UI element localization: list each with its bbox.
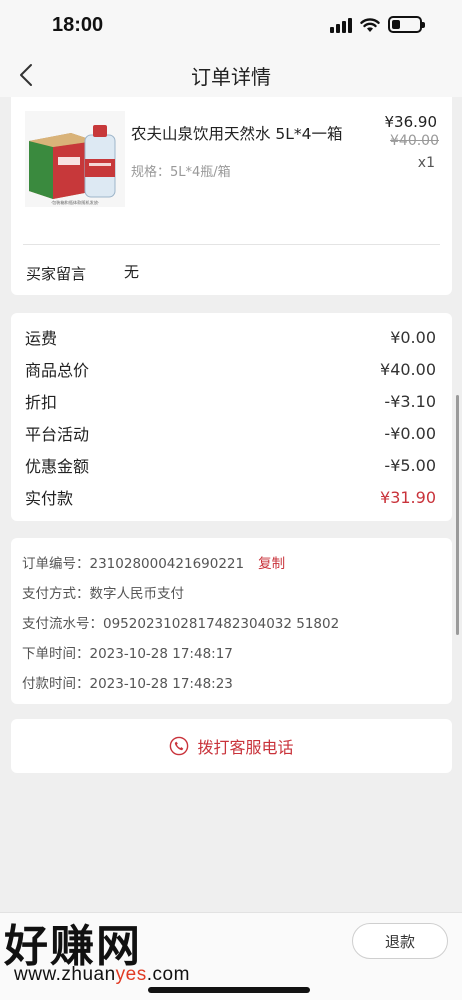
call-service-button[interactable]: 拨打客服电话 — [11, 719, 452, 773]
cost-label: 实付款 — [25, 489, 74, 508]
product-card: ·包装箱和瓶体款随机发放· 农夫山泉饮用天然水 5L*4一箱 规格：5L*4瓶/… — [11, 97, 452, 295]
refund-button[interactable]: 退款 — [352, 923, 448, 959]
payment-method-label: 支付方式： — [22, 586, 90, 602]
product-spec: 规格：5L*4瓶/箱 — [131, 165, 231, 180]
order-time-row: 下单时间：2023-10-28 17:48:17 — [22, 642, 233, 662]
cost-value: -¥5.00 — [384, 455, 436, 475]
cost-label: 运费 — [25, 329, 58, 348]
cost-value: -¥3.10 — [384, 391, 436, 411]
cost-value: -¥0.00 — [384, 423, 436, 443]
copy-order-number-button[interactable]: 复制 — [258, 556, 285, 572]
order-info-card: 订单编号：231028000421690221 复制 支付方式：数字人民币支付 支… — [11, 538, 452, 704]
cost-row-discount: 折扣 -¥3.10 — [25, 389, 436, 413]
cost-label: 折扣 — [25, 393, 58, 412]
payment-time: 2023-10-28 17:48:23 — [89, 676, 233, 692]
order-number-label: 订单编号： — [22, 556, 90, 572]
cost-value: ¥40.00 — [380, 359, 436, 379]
payment-serial-label: 支付流水号： — [22, 616, 103, 632]
order-number: 231028000421690221 — [89, 556, 245, 572]
home-indicator[interactable] — [148, 987, 310, 993]
paid-total-value: ¥31.90 — [380, 487, 436, 507]
cost-summary-card: 运费 ¥0.00 商品总价 ¥40.00 折扣 -¥3.10 平台活动 -¥0.… — [11, 313, 452, 521]
payment-serial-row: 支付流水号：0952023102817482304032 51802 — [22, 612, 339, 632]
scrollbar[interactable] — [456, 395, 459, 635]
cost-label: 商品总价 — [25, 361, 90, 380]
payment-time-label: 付款时间： — [22, 676, 90, 692]
cost-row-shipping: 运费 ¥0.00 — [25, 325, 436, 349]
cost-row-platform-promo: 平台活动 -¥0.00 — [25, 421, 436, 445]
nav-bar: 订单详情 — [0, 55, 462, 97]
status-time: 18:00 — [52, 14, 104, 36]
phone-icon — [170, 736, 189, 756]
cost-label: 平台活动 — [25, 425, 90, 444]
payment-serial: 0952023102817482304032 51802 — [103, 616, 340, 632]
page-title: 订单详情 — [191, 65, 271, 89]
divider — [23, 244, 440, 245]
cellular-signal-icon — [330, 17, 352, 33]
cost-row-paid-total: 实付款 ¥31.90 — [25, 485, 436, 509]
cost-row-subtotal: 商品总价 ¥40.00 — [25, 357, 436, 381]
status-bar: 18:00 — [0, 0, 462, 55]
cost-label: 优惠金额 — [25, 457, 90, 476]
buyer-note-label: 买家留言 — [26, 265, 87, 283]
payment-time-row: 付款时间：2023-10-28 17:48:23 — [22, 672, 233, 692]
wifi-icon — [360, 17, 380, 32]
cost-row-coupon: 优惠金额 -¥5.00 — [25, 453, 436, 477]
payment-method: 数字人民币支付 — [89, 586, 185, 602]
call-service-label: 拨打客服电话 — [197, 738, 294, 757]
payment-method-row: 支付方式：数字人民币支付 — [22, 582, 184, 602]
product-name[interactable]: 农夫山泉饮用天然水 5L*4一箱 — [131, 122, 343, 144]
status-icons — [330, 16, 425, 33]
cost-value: ¥0.00 — [390, 327, 436, 347]
order-number-row: 订单编号：231028000421690221 复制 — [22, 552, 285, 572]
product-image[interactable]: ·包装箱和瓶体款随机发放· — [25, 111, 125, 207]
watermark-url: www.zhuanyes.com — [14, 964, 190, 985]
product-original-price: ¥40.00 — [390, 133, 439, 149]
product-price: ¥36.90 — [384, 113, 438, 131]
product-image-caption: ·包装箱和瓶体款随机发放· — [51, 199, 100, 206]
order-time: 2023-10-28 17:48:17 — [89, 646, 233, 662]
order-time-label: 下单时间： — [22, 646, 90, 662]
buyer-note-value: 无 — [124, 263, 140, 281]
product-quantity: x1 — [417, 155, 435, 171]
battery-icon — [388, 16, 425, 33]
